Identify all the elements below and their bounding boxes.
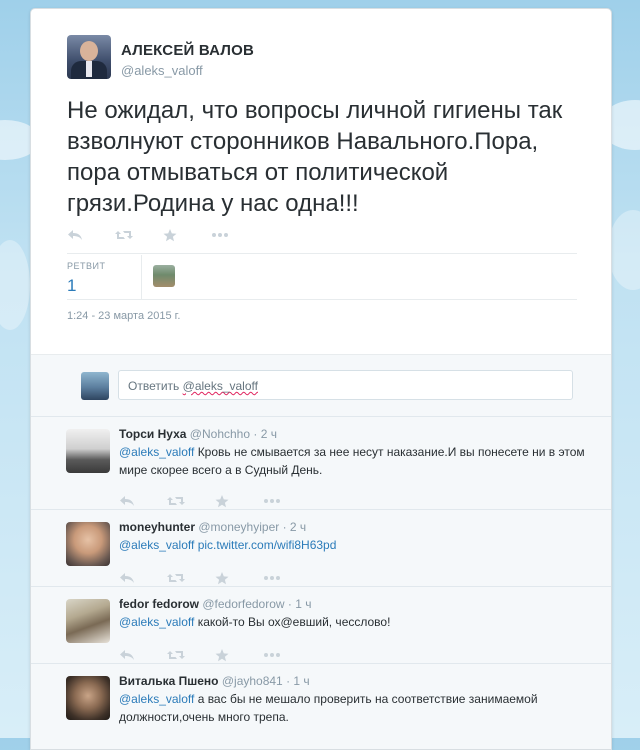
reply-actions [119, 570, 311, 586]
reply-icon[interactable] [119, 493, 167, 509]
reply-mention[interactable]: @aleks_valoff [119, 692, 194, 706]
reply-author-handle[interactable]: @fedorfedorow [202, 597, 284, 611]
retweeter-avatar[interactable] [153, 265, 175, 287]
reply-avatar[interactable] [66, 522, 110, 566]
retweet-icon[interactable] [167, 647, 215, 663]
reply-text: какой-то Вы ох@евший, чесслово! [197, 615, 391, 629]
star-icon[interactable] [163, 227, 211, 243]
tweet-timestamp[interactable]: 1:24 - 23 марта 2015 г. [67, 310, 180, 322]
reply-author-name[interactable]: moneyhunter [119, 520, 195, 534]
reply-time[interactable]: · 1 ч [288, 597, 312, 611]
reply-icon[interactable] [67, 227, 115, 243]
reply-time[interactable]: · 2 ч [253, 427, 277, 441]
reply-input[interactable]: Ответить @aleks_valoff [118, 370, 573, 400]
reply-author-handle[interactable]: @jayho841 [222, 674, 283, 688]
reply-time[interactable]: · 2 ч [283, 520, 307, 534]
reply-avatar[interactable] [66, 676, 110, 720]
reply-time[interactable]: · 1 ч [286, 674, 310, 688]
retweet-icon[interactable] [167, 570, 215, 586]
reply-icon[interactable] [119, 570, 167, 586]
reply-author-name[interactable]: fedor fedorow [119, 597, 199, 611]
tweet-actions [67, 227, 259, 243]
divider [67, 253, 577, 254]
retweet-label: РЕТВИТ [67, 261, 106, 271]
tweet-text: Не ожидал, что вопросы личной гигиены та… [67, 97, 563, 217]
author-name[interactable]: АЛЕКСЕЙ ВАЛОВ [121, 42, 254, 59]
reply-item[interactable]: fedor fedorow @fedorfedorow · 1 ч @aleks… [31, 586, 611, 663]
star-icon[interactable] [215, 493, 263, 509]
reply-author-name[interactable]: Виталька Пшено [119, 674, 219, 688]
star-icon[interactable] [215, 570, 263, 586]
reply-text[interactable]: pic.twitter.com/wifi8H63pd [198, 538, 337, 552]
reply-mention[interactable]: @aleks_valoff [119, 445, 194, 459]
reply-mention[interactable]: @aleks_valoff [119, 615, 194, 629]
reply-author-handle[interactable]: @Nohchho [190, 427, 250, 441]
reply-author-name[interactable]: Торси Нуха [119, 427, 186, 441]
reply-actions [119, 647, 311, 663]
reply-item[interactable]: moneyhunter @moneyhyiper · 2 ч @aleks_va… [31, 509, 611, 586]
more-icon[interactable] [263, 493, 311, 509]
author-handle[interactable]: @aleks_valoff [121, 63, 254, 78]
cloud-decoration [0, 240, 30, 330]
more-icon[interactable] [211, 227, 259, 243]
reply-author-handle[interactable]: @moneyhyiper [198, 520, 279, 534]
reply-icon[interactable] [119, 647, 167, 663]
star-icon[interactable] [215, 647, 263, 663]
retweet-count[interactable]: 1 [67, 276, 76, 296]
tweet-stats: РЕТВИТ 1 [67, 255, 577, 299]
reply-item[interactable]: Торси Нуха @Nohchho · 2 ч @aleks_valoff … [31, 416, 611, 509]
current-user-avatar [81, 372, 109, 400]
cloud-decoration [608, 210, 640, 290]
reply-actions [119, 493, 311, 509]
author-avatar[interactable] [67, 35, 111, 79]
reply-placeholder-prefix: Ответить [128, 379, 183, 393]
more-icon[interactable] [263, 570, 311, 586]
more-icon[interactable] [263, 647, 311, 663]
reply-avatar[interactable] [66, 599, 110, 643]
reply-item[interactable]: Виталька Пшено @jayho841 · 1 ч @aleks_va… [31, 663, 611, 749]
reply-placeholder-mention: @aleks_valoff [182, 379, 258, 393]
retweet-icon[interactable] [115, 227, 163, 243]
divider [67, 299, 577, 300]
reply-avatar[interactable] [66, 429, 110, 473]
tweet-card: АЛЕКСЕЙ ВАЛОВ @aleks_valoff Не ожидал, ч… [30, 8, 612, 750]
retweet-icon[interactable] [167, 493, 215, 509]
reply-mention[interactable]: @aleks_valoff [119, 538, 194, 552]
tweet-header: АЛЕКСЕЙ ВАЛОВ @aleks_valoff [67, 35, 254, 79]
